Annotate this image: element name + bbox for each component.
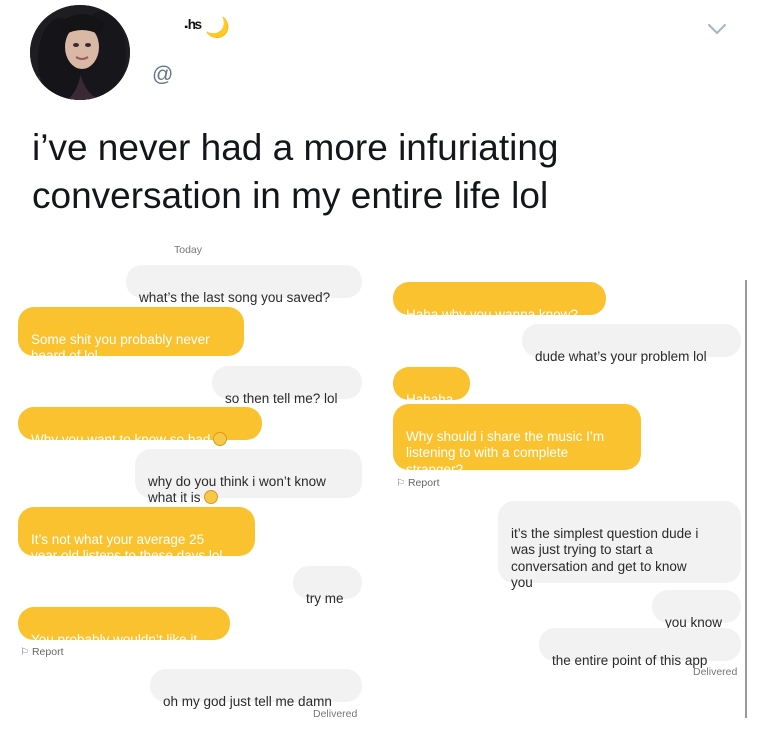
display-name-text: ᐧʰˢ — [183, 17, 202, 39]
display-name[interactable]: ᐧʰˢ 🌙 — [183, 15, 230, 40]
message-bubble[interactable]: try me — [293, 566, 362, 606]
report-label: Report — [407, 477, 440, 489]
moon-emoji: 🌙 — [205, 17, 230, 39]
message-bubble[interactable]: dude what’s your problem lol — [522, 324, 741, 364]
report-label: Report — [31, 646, 64, 658]
message-text: It’s not what your average 25 year old l… — [31, 531, 223, 564]
delivery-status: Delivered — [693, 666, 738, 678]
message-bubble[interactable]: Haha why you wanna know? — [393, 282, 606, 322]
message-bubble[interactable]: Some shit you probably never heard of lo… — [18, 307, 244, 363]
message-text: Why should i share the music I’m listeni… — [406, 428, 605, 477]
message-bubble[interactable]: You probably wouldn’t like it — [18, 607, 230, 647]
screenshot-edge — [745, 280, 747, 718]
message-bubble[interactable]: oh my god just tell me damn — [150, 669, 362, 709]
laughing-emoji-icon — [203, 490, 218, 504]
message-bubble[interactable]: it’s the simplest question dude i was ju… — [498, 501, 741, 590]
message-bubble[interactable]: what’s the last song you saved? — [126, 265, 362, 305]
message-text: dude what’s your problem lol — [535, 348, 707, 364]
message-text: it’s the simplest question dude i was ju… — [511, 525, 699, 591]
user-handle[interactable]: @ — [152, 63, 173, 87]
grimace-emoji-icon — [213, 431, 228, 446]
message-text: You probably wouldn’t like it — [31, 631, 198, 647]
flag-icon: ⚐ — [396, 478, 405, 489]
message-text: so then tell me? lol — [225, 390, 338, 406]
message-bubble[interactable]: the entire point of this app — [539, 628, 741, 668]
message-text: try me — [306, 590, 344, 606]
message-bubble[interactable]: Why you want to know so bad — [18, 407, 262, 447]
report-link[interactable]: ⚐ Report — [396, 477, 439, 489]
delivery-status: Delivered — [313, 708, 358, 720]
avatar[interactable] — [30, 5, 130, 100]
message-text: Haha why you wanna know? — [406, 306, 578, 322]
message-text: the entire point of this app — [552, 652, 708, 668]
report-link[interactable]: ⚐ Report — [20, 646, 63, 658]
flag-icon: ⚐ — [20, 647, 29, 658]
message-text: Some shit you probably never heard of lo… — [31, 331, 210, 364]
message-bubble[interactable]: Hahaha — [393, 367, 470, 407]
message-text: what’s the last song you saved? — [139, 289, 331, 305]
chevron-down-icon[interactable] — [707, 22, 727, 36]
date-label: Today — [174, 244, 203, 256]
message-bubble[interactable]: It’s not what your average 25 year old l… — [18, 507, 255, 563]
message-text: Why you want to know so bad — [31, 431, 211, 447]
message-bubble[interactable]: so then tell me? lol — [212, 366, 362, 406]
message-bubble[interactable]: you know — [652, 590, 741, 630]
message-text: oh my god just tell me damn — [163, 693, 332, 709]
tweet-text: i’ve never had a more infuriating conver… — [32, 127, 559, 216]
message-text: why do you think i won’t know what it is — [148, 473, 326, 506]
message-bubble[interactable]: why do you think i won’t know what it is — [135, 449, 362, 505]
message-bubble[interactable]: Why should i share the music I’m listeni… — [393, 404, 641, 477]
